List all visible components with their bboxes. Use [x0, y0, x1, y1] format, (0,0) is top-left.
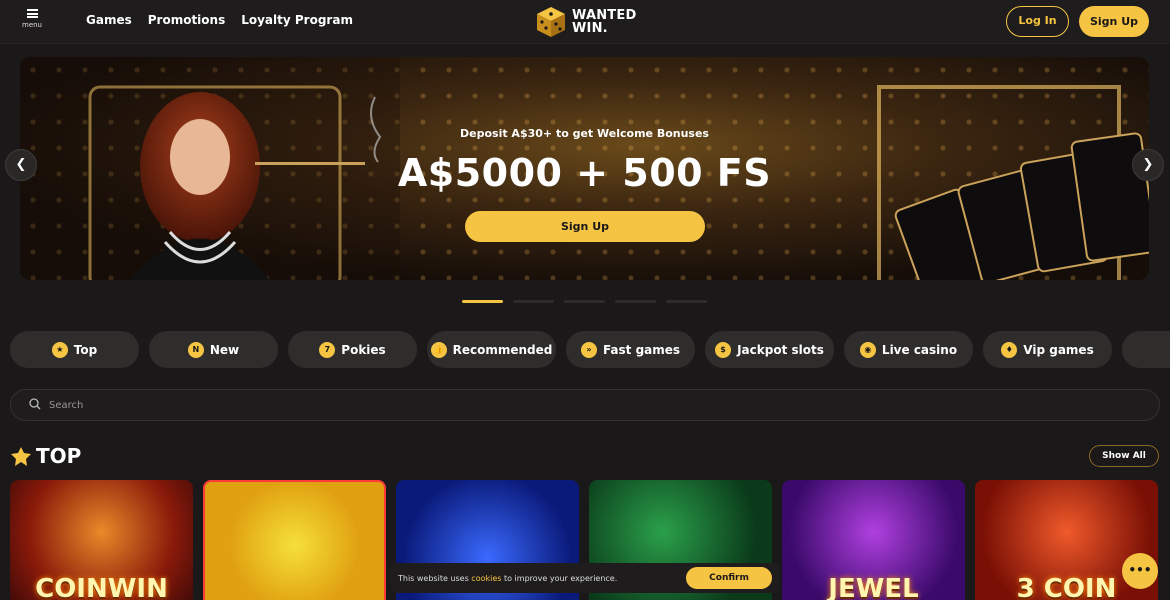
category-label: Fast games [602, 342, 681, 357]
category-label: Top [73, 342, 98, 357]
logo-line-2: WIN. [572, 21, 608, 36]
game-card[interactable]: COINWIN [10, 480, 193, 600]
pagination-dot[interactable] [666, 300, 707, 303]
top-header: menu Games Promotions Loyalty Program WA… [0, 0, 1170, 44]
category-vip-games[interactable]: ♦ Vip games [983, 331, 1112, 368]
cookie-link[interactable]: cookies [471, 574, 501, 583]
category-label: Pokies [341, 342, 386, 357]
nav-promotions[interactable]: Promotions [148, 13, 225, 27]
fast-icon: » [580, 341, 597, 358]
category-label: New [209, 342, 240, 357]
section-title: TOP [36, 444, 82, 468]
chip-icon: ◉ [859, 341, 876, 358]
chat-bubble-icon: ••• [1128, 563, 1152, 577]
cookie-text: This website uses cookies to improve you… [398, 574, 617, 583]
category-label: Jackpot slots [737, 342, 824, 357]
banner-next-button[interactable]: ❯ [1132, 149, 1164, 181]
pokies-icon: 7 [319, 341, 336, 358]
signup-button[interactable]: Sign Up [1079, 6, 1149, 37]
top-crown-icon: ★ [51, 341, 68, 358]
logo-text: WANTED WIN. [572, 9, 636, 35]
login-button[interactable]: Log In [1006, 6, 1069, 37]
search-bar [10, 389, 1160, 421]
thumbs-up-icon: 👍 [430, 341, 447, 358]
game-card[interactable]: JEWEL [782, 480, 965, 600]
category-tabs: ★ Top N New 7 Pokies 👍 Recommended » Fas… [10, 331, 1170, 368]
ticket-icon: ♦ [1001, 341, 1018, 358]
money-bag-icon: $ [715, 341, 732, 358]
dice-logo-icon [537, 7, 565, 37]
category-more[interactable]: ▦ [1122, 331, 1170, 368]
banner-subtitle: Deposit A$30+ to get Welcome Bonuses [460, 127, 709, 140]
category-label: Live casino [881, 342, 958, 357]
banner-signup-button[interactable]: Sign Up [465, 211, 705, 242]
search-icon [29, 398, 41, 410]
search-input[interactable] [49, 390, 1139, 420]
chevron-left-icon: ❮ [15, 157, 27, 172]
banner-title: A$5000 + 500 FS [397, 151, 772, 195]
chevron-right-icon: ❯ [1142, 157, 1154, 172]
menu-label: menu [22, 21, 42, 29]
top-star-icon [11, 447, 31, 466]
category-top[interactable]: ★ Top [10, 331, 139, 368]
promo-banner: Deposit A$30+ to get Welcome Bonuses A$5… [20, 57, 1149, 280]
nav-loyalty-program[interactable]: Loyalty Program [241, 13, 353, 27]
nav-games[interactable]: Games [86, 13, 132, 27]
category-jackpot-slots[interactable]: $ Jackpot slots [705, 331, 834, 368]
category-label: Vip games [1023, 342, 1094, 357]
cookie-text-before: This website uses [398, 573, 472, 583]
category-pokies[interactable]: 7 Pokies [288, 331, 417, 368]
pagination-dot[interactable] [462, 300, 503, 303]
banner-prev-button[interactable]: ❮ [5, 149, 37, 181]
pagination-dot[interactable] [564, 300, 605, 303]
pagination-dot[interactable] [615, 300, 656, 303]
game-title: COINWIN [35, 574, 168, 600]
game-title: JEWEL [828, 574, 919, 600]
section-heading: TOP [10, 444, 81, 468]
category-new[interactable]: N New [149, 331, 278, 368]
hamburger-icon [26, 9, 38, 18]
chat-button[interactable]: ••• [1122, 553, 1158, 589]
menu-button[interactable]: menu [20, 9, 44, 29]
new-badge-icon: N [187, 341, 204, 358]
category-label: Recommended [452, 342, 553, 357]
cookie-text-after: to improve your experience. [501, 573, 618, 583]
show-all-button[interactable]: Show All [1089, 445, 1159, 467]
main-nav: Games Promotions Loyalty Program [86, 13, 353, 27]
cookie-banner: This website uses cookies to improve you… [390, 563, 780, 593]
banner-pagination [462, 300, 707, 303]
category-live-casino[interactable]: ◉ Live casino [844, 331, 973, 368]
category-fast-games[interactable]: » Fast games [566, 331, 695, 368]
site-logo[interactable]: WANTED WIN. [534, 3, 644, 41]
pagination-dot[interactable] [513, 300, 554, 303]
game-card[interactable] [203, 480, 386, 600]
category-recommended[interactable]: 👍 Recommended [427, 331, 556, 368]
cookie-confirm-button[interactable]: Confirm [686, 567, 772, 589]
